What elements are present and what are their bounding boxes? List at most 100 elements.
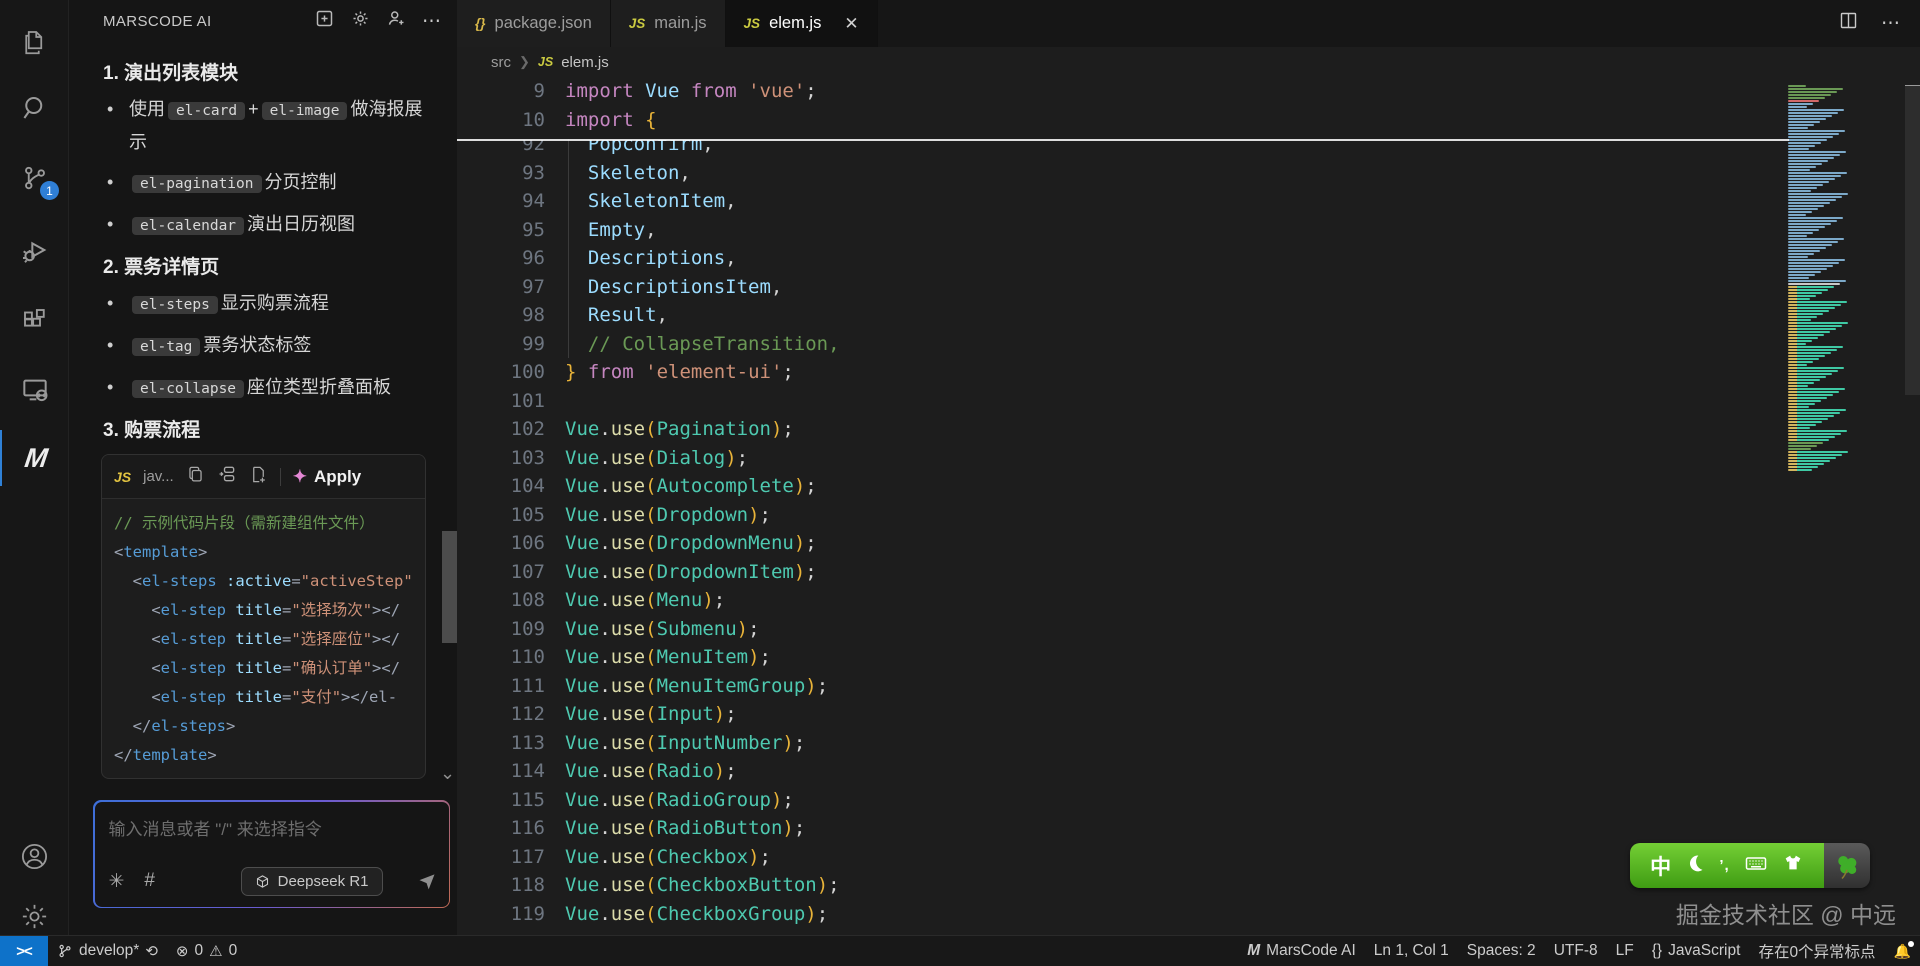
code-line: 100} from 'element-ui'; (457, 358, 1767, 387)
breadcrumb[interactable]: src ❯ JS elem.js (457, 47, 1920, 77)
breadcrumb-file[interactable]: elem.js (561, 54, 609, 71)
list-item: •使用el-card+el-image做海报展示 (107, 94, 439, 158)
code-line: 115Vue.use(RadioGroup); (457, 786, 1767, 815)
source-control-icon[interactable]: 1 (0, 150, 69, 206)
breadcrumb-separator: ❯ (519, 54, 530, 70)
code-editor[interactable]: 9import Vue from 'vue';10import { 92 Pop… (457, 77, 1920, 935)
notifications[interactable]: 🔔 (1885, 936, 1920, 966)
inline-code-chip: el-collapse (132, 380, 244, 398)
cursor-position[interactable]: Ln 1, Col 1 (1365, 936, 1458, 966)
inline-code-chip: el-pagination (132, 175, 262, 193)
error-count: 0 (194, 942, 203, 960)
marscode-ai-icon[interactable]: M (0, 430, 69, 486)
editor-more-icon[interactable]: ⋯ (1881, 12, 1902, 35)
new-chat-icon[interactable] (314, 8, 335, 34)
apply-button[interactable]: ✦ Apply (293, 467, 361, 487)
code-line: 96 Descriptions, (457, 244, 1767, 273)
tab-package.json[interactable]: {}package.json (457, 0, 611, 47)
account-icon[interactable] (0, 828, 69, 884)
code-line: 107Vue.use(DropdownItem); (457, 558, 1767, 587)
close-icon[interactable]: ✕ (844, 14, 858, 34)
panel-title: MARSCODE AI (103, 13, 212, 30)
list-item: •el-calendar演出日历视图 (107, 209, 439, 242)
language-mode[interactable]: {}JavaScript (1643, 936, 1750, 966)
chat-input[interactable]: 输入消息或者 "/" 来选择指令 ✳ # Deepseek R1 (95, 802, 449, 907)
branch-name: develop* (79, 942, 139, 960)
problems-indicator[interactable]: ⊗ 0 ⚠ 0 (167, 936, 246, 966)
tab-main.js[interactable]: JSmain.js (611, 0, 726, 47)
scm-badge: 1 (40, 181, 59, 200)
branch-indicator[interactable]: develop* ⟲ (48, 936, 167, 966)
sticky-scroll-border (457, 139, 1789, 141)
tab-bar: {}package.jsonJSmain.jsJSelem.js✕ (457, 0, 1920, 47)
code-line: 94 SkeletonItem, (457, 187, 1767, 216)
marscode-chat-panel: MARSCODE AI ⋯ 1. 演出列表模块•使用el-card+el-ima… (69, 0, 457, 935)
file-type-icon: JS (744, 16, 761, 31)
code-line: 109Vue.use(Submenu); (457, 615, 1767, 644)
status-bar: >< develop* ⟲ ⊗ 0 ⚠ 0 MMarsCode AILn 1, … (0, 935, 1920, 966)
code-line: 112Vue.use(Input); (457, 700, 1767, 729)
editor-area: {}package.jsonJSmain.jsJSelem.js✕ ⋯ src … (457, 0, 1920, 935)
model-selector[interactable]: Deepseek R1 (241, 867, 383, 896)
skin-shirt-icon[interactable] (1782, 852, 1804, 879)
code-line: 116Vue.use(RadioButton); (457, 814, 1767, 843)
code-line: 103Vue.use(Dialog); (457, 444, 1767, 473)
codeblock-language: jav... (143, 468, 174, 485)
breadcrumb-file-icon: JS (538, 55, 553, 69)
eol[interactable]: LF (1607, 936, 1643, 966)
sogou-clover-logo[interactable] (1824, 843, 1870, 888)
sync-icon[interactable]: ⟲ (145, 942, 158, 960)
split-editor-icon[interactable] (1838, 10, 1859, 36)
chat-code-content: // 示例代码片段（需新建组件文件）<template> <el-steps :… (102, 499, 425, 778)
panel-settings-icon[interactable] (350, 8, 371, 34)
codeblock-js-icon: JS (114, 469, 131, 485)
sticky-scroll: 9import Vue from 'vue';10import { (457, 77, 1767, 139)
vscode-window: 1 M MARSCODE AI ⋯ (0, 0, 1920, 966)
indentation[interactable]: Spaces: 2 (1458, 936, 1545, 966)
code-lines: 92 Popconfirm,93 Skeleton,94 SkeletonIte… (457, 140, 1767, 935)
context-hash-icon[interactable]: # (144, 870, 155, 892)
remote-indicator[interactable]: >< (0, 936, 48, 966)
chat-input-container: 输入消息或者 "/" 来选择指令 ✳ # Deepseek R1 (93, 800, 450, 908)
chevron-down-icon[interactable]: ⌄ (440, 763, 455, 784)
code-line: 93 Skeleton, (457, 159, 1767, 188)
inline-code-chip: el-image (262, 102, 348, 120)
remote-explorer-icon[interactable] (0, 362, 69, 418)
code-line: 104Vue.use(Autocomplete); (457, 472, 1767, 501)
breadcrumb-folder[interactable]: src (491, 54, 511, 71)
punctuation-checker[interactable]: 存在0个异常标点 (1749, 936, 1884, 966)
code-line: 108Vue.use(Menu); (457, 586, 1767, 615)
code-line: 105Vue.use(Dropdown); (457, 501, 1767, 530)
copy-icon[interactable] (186, 465, 205, 489)
run-debug-icon[interactable] (0, 222, 69, 278)
insert-at-cursor-icon[interactable] (217, 464, 237, 489)
panel-scrollbar[interactable] (442, 531, 457, 643)
search-icon[interactable] (0, 80, 69, 136)
code-line: 106Vue.use(DropdownMenu); (457, 529, 1767, 558)
new-file-icon[interactable] (249, 465, 268, 489)
panel-section-heading: 3. 购票流程 (103, 415, 439, 442)
code-line: 10import { (457, 106, 1767, 135)
commands-icon[interactable]: ✳ (109, 870, 125, 893)
panel-more-icon[interactable]: ⋯ (422, 10, 443, 33)
chat-input-placeholder: 输入消息或者 "/" 来选择指令 (109, 815, 435, 840)
tab-elem.js[interactable]: JSelem.js✕ (726, 0, 878, 47)
code-line: 97 DescriptionsItem, (457, 273, 1767, 302)
code-line: 95 Empty, (457, 216, 1767, 245)
marscode-status[interactable]: MMarsCode AI (1238, 936, 1365, 966)
cube-icon (255, 874, 270, 889)
code-line: 98 Result, (457, 301, 1767, 330)
explorer-icon[interactable] (0, 14, 69, 70)
send-icon[interactable] (417, 871, 437, 891)
minimap[interactable] (1788, 85, 1860, 485)
code-line: 110Vue.use(MenuItem); (457, 643, 1767, 672)
code-line: 119Vue.use(CheckboxGroup); (457, 900, 1767, 929)
list-item: •el-tag票务状态标签 (107, 330, 439, 363)
code-line: 111Vue.use(MenuItemGroup); (457, 672, 1767, 701)
branch-icon (57, 943, 73, 959)
extensions-icon[interactable] (0, 292, 69, 348)
invite-user-icon[interactable] (386, 8, 407, 34)
encoding[interactable]: UTF-8 (1545, 936, 1607, 966)
editor-scrollbar[interactable] (1905, 85, 1920, 395)
panel-header: MARSCODE AI ⋯ (69, 0, 457, 42)
